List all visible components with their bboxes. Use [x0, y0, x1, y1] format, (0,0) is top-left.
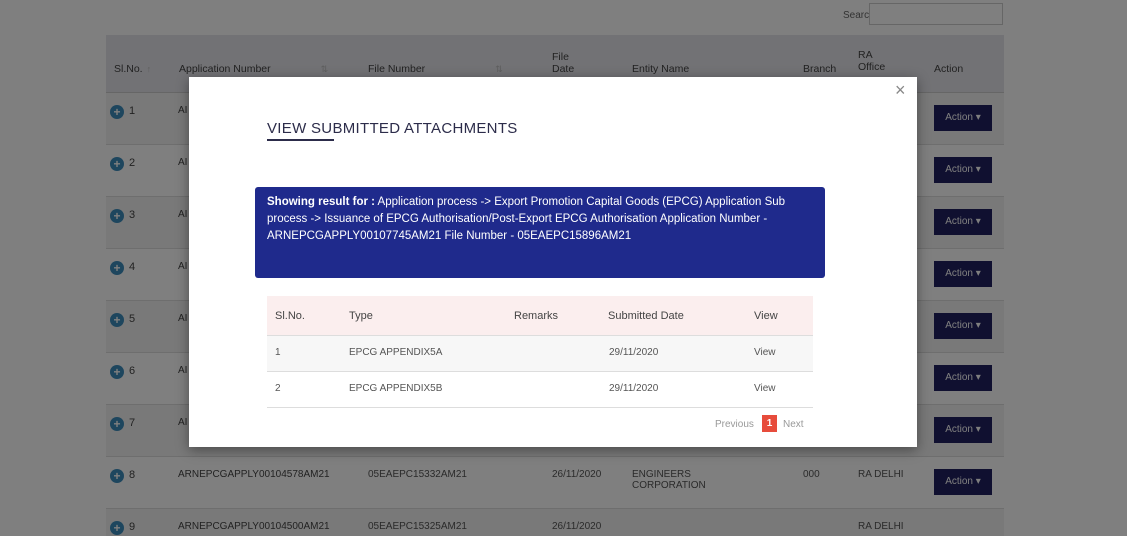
- table-row: 2 EPCG APPENDIX5B 29/11/2020 View: [267, 372, 813, 408]
- row-submitted-date: 29/11/2020: [609, 347, 659, 358]
- row-type: EPCG APPENDIX5A: [349, 347, 443, 358]
- row-type: EPCG APPENDIX5B: [349, 383, 443, 394]
- next-button[interactable]: Next: [783, 419, 804, 430]
- row-submitted-date: 29/11/2020: [609, 383, 659, 394]
- attachments-table-header: Sl.No. Type Remarks Submitted Date View: [267, 296, 813, 336]
- previous-button[interactable]: Previous: [715, 419, 754, 430]
- col-remarks: Remarks: [514, 310, 559, 322]
- table-row: 1 EPCG APPENDIX5A 29/11/2020 View: [267, 336, 813, 372]
- info-label: Showing result for :: [267, 196, 375, 208]
- row-sl: 1: [275, 347, 281, 358]
- row-sl: 2: [275, 383, 281, 394]
- pagination: Previous 1 Next: [267, 415, 813, 435]
- page-1-button[interactable]: 1: [762, 415, 777, 432]
- title-underline: [267, 139, 334, 141]
- close-icon[interactable]: ×: [895, 80, 906, 101]
- col-view: View: [754, 310, 778, 322]
- attachments-modal: × VIEW SUBMITTED ATTACHMENTS Showing res…: [189, 77, 917, 447]
- col-type: Type: [349, 310, 373, 322]
- info-banner: Showing result for : Application process…: [255, 187, 825, 278]
- col-submitted-date: Submitted Date: [608, 310, 684, 322]
- modal-title: VIEW SUBMITTED ATTACHMENTS: [267, 120, 518, 137]
- col-sl-no: Sl.No.: [275, 310, 305, 322]
- view-link[interactable]: View: [754, 383, 776, 394]
- view-link[interactable]: View: [754, 347, 776, 358]
